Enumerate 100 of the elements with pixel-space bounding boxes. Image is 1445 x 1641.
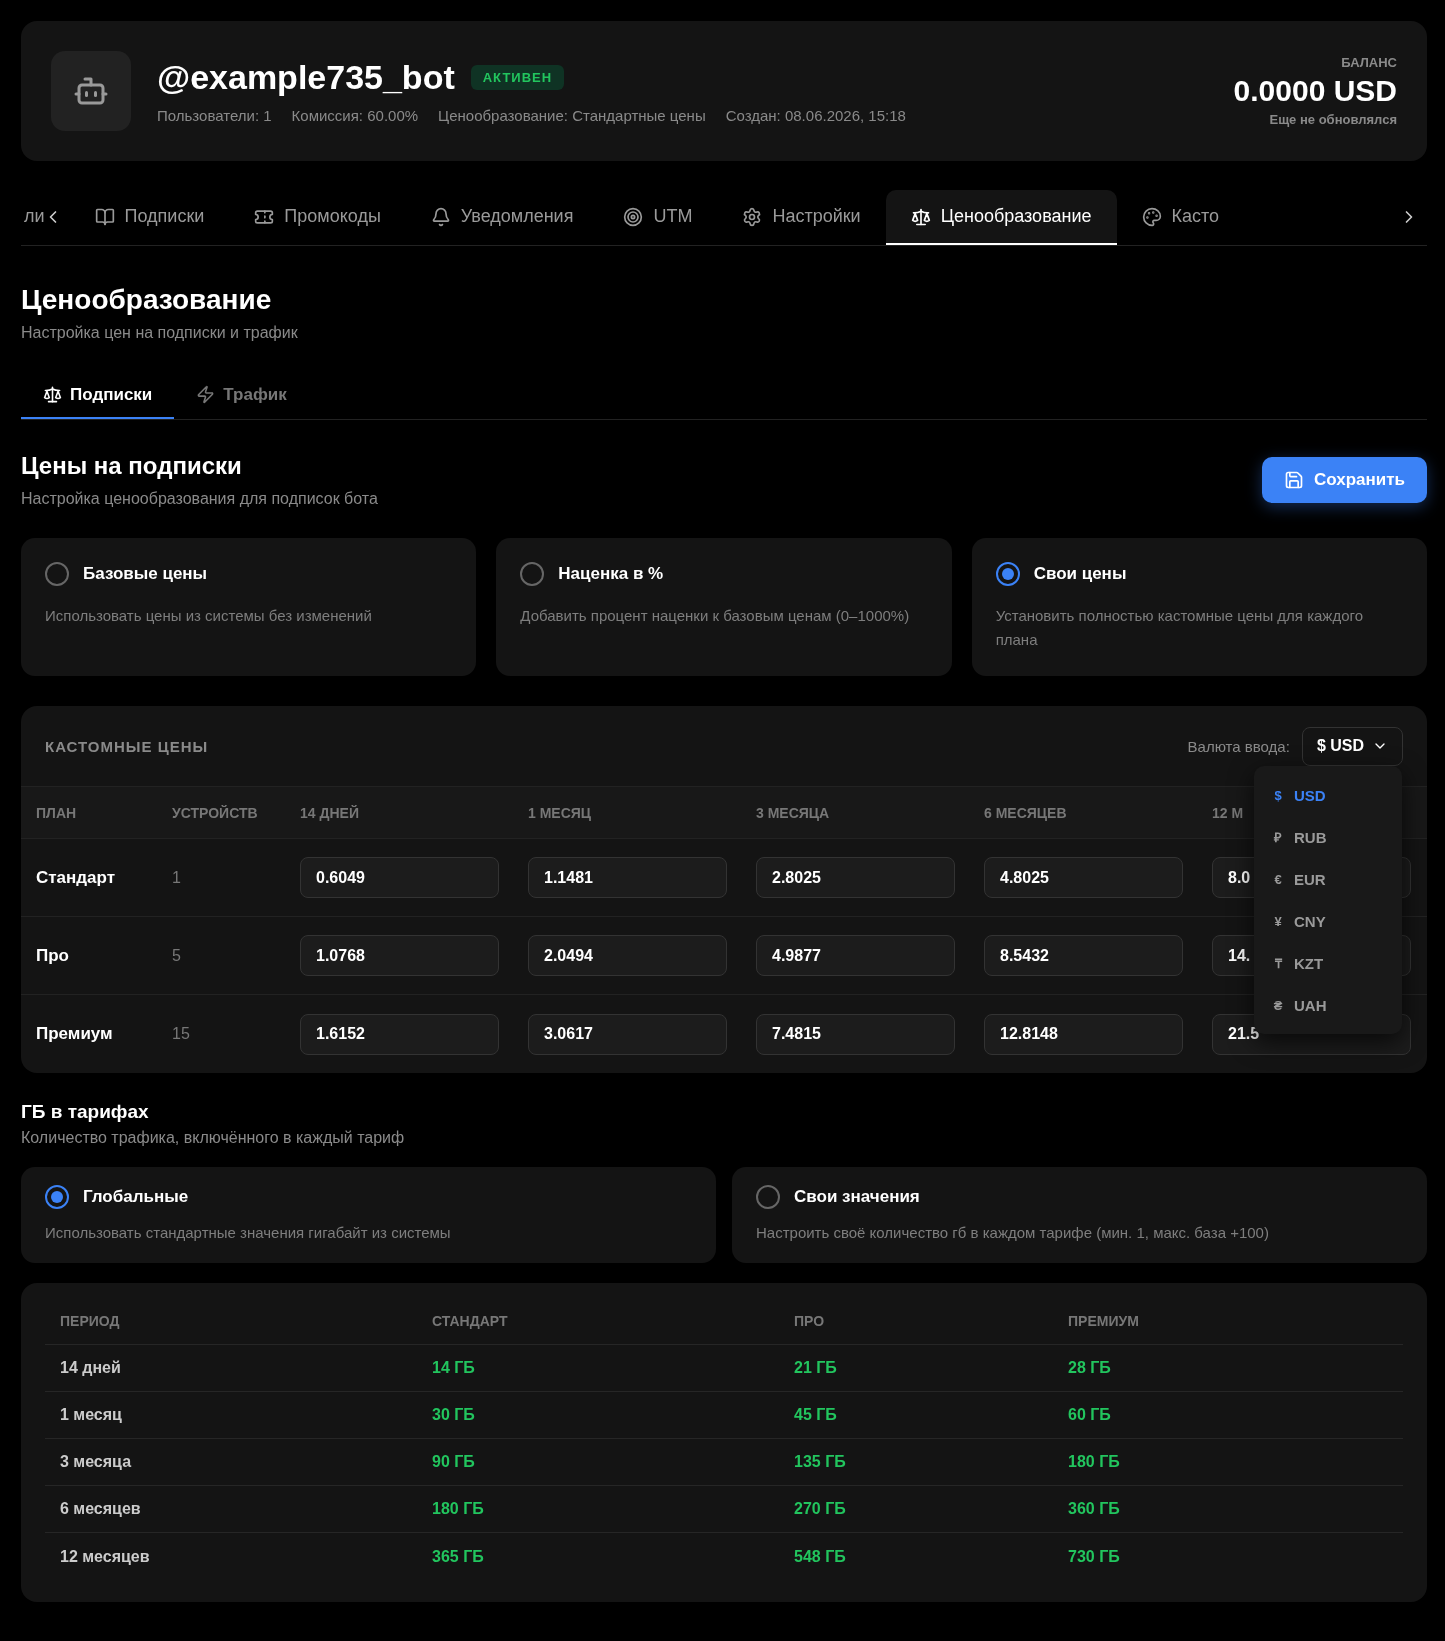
column-header: ПРО xyxy=(794,1312,826,1329)
nav-tab[interactable]: Промокоды xyxy=(229,190,406,245)
scale-icon xyxy=(910,206,931,227)
bell-icon xyxy=(430,206,451,227)
bot-meta: Комиссия: 60.00% xyxy=(291,107,419,124)
nav-tab[interactable]: Настройки xyxy=(717,190,886,245)
gb-cell-text: 180 ГБ xyxy=(432,1500,485,1518)
target-icon xyxy=(623,206,644,227)
save-button[interactable]: Сохранить xyxy=(1261,457,1427,503)
period-cell-text: 3 месяца xyxy=(60,1453,133,1471)
gb-cell-text: 360 ГБ xyxy=(1068,1500,1121,1518)
option-description: Установить полностью кастомные цены для каждого плана xyxy=(995,606,1364,650)
radio-button[interactable] xyxy=(45,1185,69,1209)
gb-cell-text: 180 ГБ xyxy=(1068,1453,1121,1471)
plan-name: Стандарт xyxy=(36,867,117,888)
price-input[interactable]: 1.1481 xyxy=(528,857,727,898)
currency-select[interactable]: $ USD xyxy=(1301,726,1403,766)
column-header: 6 МЕСЯЦЕВ xyxy=(984,804,1068,821)
bot-meta: Ценообразование: Стандартные цены xyxy=(438,107,706,124)
section-tab[interactable]: Трафик xyxy=(174,372,309,419)
radio-button[interactable] xyxy=(756,1185,780,1209)
column-header: СТАНДАРТ xyxy=(432,1312,509,1329)
gb-cell-text: 21 ГБ xyxy=(794,1359,838,1377)
bot-name: @example735_bot xyxy=(157,58,455,97)
scale-icon xyxy=(43,385,62,404)
lightning-icon xyxy=(196,385,216,404)
gb-cell-text: 28 ГБ xyxy=(1068,1359,1112,1377)
price-input[interactable]: 4.8025 xyxy=(984,857,1183,898)
option-title: Наценка в % xyxy=(558,564,664,584)
price-input[interactable]: 12.8148 xyxy=(984,1013,1183,1055)
nav-tab[interactable]: Подписки xyxy=(69,190,230,245)
nav-tab[interactable]: ли xyxy=(21,190,70,245)
price-input[interactable]: 1.0768 xyxy=(300,935,499,976)
column-header: ПРЕМИУМ xyxy=(1068,1312,1140,1329)
section-subtitle: Настройка ценообразования для подписок бота xyxy=(21,490,378,508)
price-input[interactable]: 2.0494 xyxy=(528,935,727,976)
plan-name: Премиум xyxy=(36,1024,114,1044)
device-count: 1 xyxy=(172,868,182,887)
book-icon xyxy=(94,206,115,227)
column-header: 12 М xyxy=(1212,804,1245,821)
period-cell-text: 6 месяцев xyxy=(60,1500,142,1518)
price-input[interactable]: 8.5432 xyxy=(984,935,1183,976)
period-cell-text: 1 месяц xyxy=(60,1406,123,1424)
nav-tab[interactable]: UTM xyxy=(598,190,718,245)
palette-icon xyxy=(1141,206,1162,227)
column-header: УСТРОЙСТВ xyxy=(172,804,259,821)
price-input[interactable]: 2.8025 xyxy=(756,857,955,898)
price-input[interactable]: 0.6049 xyxy=(300,857,499,898)
column-header: ПЛАН xyxy=(36,804,78,821)
period-cell-text: 12 месяцев xyxy=(60,1547,151,1566)
section-tab[interactable]: Подписки xyxy=(21,372,175,419)
currency-option[interactable]: $ USD xyxy=(1254,774,1402,816)
nav-tab[interactable]: Ценообразование xyxy=(885,190,1117,245)
currency-option[interactable]: ¥ CNY xyxy=(1254,900,1402,942)
option-description: Использовать стандартные значения гигабайт из системы xyxy=(45,1223,452,1243)
column-header: 3 МЕСЯЦА xyxy=(756,804,831,821)
device-count: 5 xyxy=(172,946,182,965)
column-header: ПЕРИОД xyxy=(60,1312,121,1329)
plan-name: Про xyxy=(36,945,70,966)
gb-cell-text: 60 ГБ xyxy=(1068,1406,1112,1424)
gb-cell-text: 135 ГБ xyxy=(794,1453,847,1471)
section-title: Цены на подписки xyxy=(21,452,243,480)
bot-meta: Пользователи: 1 xyxy=(157,107,272,124)
option-description: Настроить своё количество гб в каждом тарифе (мин. 1, макс. база +100) xyxy=(756,1223,1270,1243)
option-card[interactable]: Свои значения Настроить своё количество гб в каждом тарифе (мин. 1, макс. база +100) xyxy=(732,1167,1427,1263)
status-badge: АКТИВЕН xyxy=(470,65,565,90)
currency-option[interactable]: ₸ KZT xyxy=(1254,942,1402,984)
balance-value: 0.0000 USD xyxy=(1233,74,1397,108)
card-title: КАСТОМНЫЕ ЦЕНЫ xyxy=(45,737,209,755)
gb-cell-text: 365 ГБ xyxy=(432,1547,485,1566)
column-header: 14 ДНЕЙ xyxy=(300,804,360,821)
option-title: Свои цены xyxy=(1033,564,1127,584)
page-subtitle: Настройка цен на подписки и трафик xyxy=(21,324,299,342)
price-input[interactable]: 1.6152 xyxy=(300,1013,499,1055)
price-input[interactable]: 7.4815 xyxy=(756,1013,955,1055)
gb-cell-text: 730 ГБ xyxy=(1068,1547,1121,1566)
nav-tab[interactable]: Касто xyxy=(1116,190,1245,245)
nav-tab[interactable]: Уведомления xyxy=(405,190,599,245)
price-input[interactable]: 4.9877 xyxy=(756,935,955,976)
option-card[interactable]: Глобальные Использовать стандартные значения гигабайт из системы xyxy=(21,1167,716,1263)
currency-label: Валюта ввода: xyxy=(1187,737,1290,755)
currency-option[interactable]: € EUR xyxy=(1254,858,1402,900)
option-card[interactable]: Базовые цены Использовать цены из системы без изменений xyxy=(21,538,477,676)
gb-cell-text: 270 ГБ xyxy=(794,1500,847,1518)
gb-cell-text: 30 ГБ xyxy=(432,1406,476,1424)
radio-button[interactable] xyxy=(995,562,1020,586)
save-icon xyxy=(1283,470,1304,490)
section-subtitle: Количество трафика, включённого в каждый тариф xyxy=(21,1129,406,1147)
option-title: Свои значения xyxy=(794,1187,920,1207)
page-title: Ценообразование xyxy=(21,284,273,316)
radio-button[interactable] xyxy=(520,562,545,586)
option-title: Базовые цены xyxy=(83,564,208,584)
gb-cell-text: 45 ГБ xyxy=(794,1406,838,1424)
price-input[interactable]: 3.0617 xyxy=(528,1013,727,1055)
bot-meta: Создан: 08.06.2026, 15:18 xyxy=(725,107,906,124)
option-card[interactable]: Наценка в % Добавить процент наценки к базовым ценам (0–1000%) xyxy=(496,538,952,676)
currency-option[interactable]: ₽ RUB xyxy=(1254,816,1402,858)
option-card[interactable]: Свои цены Установить полностью кастомные цены для каждого плана xyxy=(971,538,1427,676)
radio-button[interactable] xyxy=(45,562,69,586)
option-title: Глобальные xyxy=(83,1187,189,1207)
